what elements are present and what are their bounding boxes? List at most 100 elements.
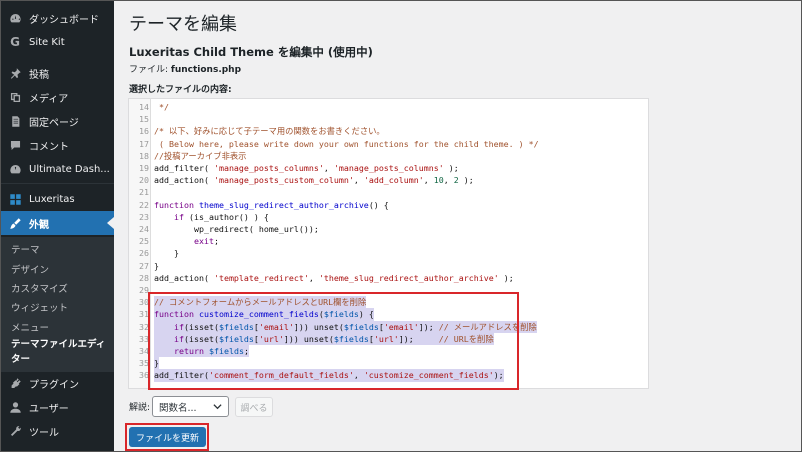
menu-label: メディア [29, 93, 69, 105]
menu-comments[interactable]: コメント [0, 133, 114, 157]
code-editor[interactable]: 14 */15 16/* 以下、好みに応じて子テーマ用の関数をお書きください。 17… [128, 98, 649, 389]
code-line: 35} [129, 357, 648, 370]
code-line: 27} [129, 260, 648, 272]
plugin-icon [8, 376, 22, 390]
submenu-label-line1: テーマファイルエディ [11, 339, 106, 350]
line-number: 29 [139, 285, 149, 295]
menu-plugins[interactable]: プラグイン [0, 371, 114, 395]
menu-tools[interactable]: ツール [0, 419, 114, 443]
code-line: 34 return $fields; [129, 345, 648, 358]
sidebar-separator [0, 183, 114, 184]
content-label: 選択したファイルの内容: [129, 85, 232, 95]
code-text: return $fields; [154, 345, 249, 358]
line-number: 19 [139, 163, 149, 173]
menu-label: Ultimate Dash... [29, 163, 110, 175]
line-number: 20 [139, 175, 149, 186]
code-text: function customize_comment_fields($field… [154, 308, 374, 321]
chevron-down-icon [213, 404, 222, 410]
code-text: if(isset($fields['email'])) unset($field… [154, 320, 537, 333]
line-number: 27 [139, 260, 149, 271]
appearance-icon [8, 216, 22, 230]
menu-media[interactable]: メディア [0, 85, 114, 109]
page-icon [8, 114, 22, 128]
line-number: 35 [139, 358, 149, 369]
line-number: 31 [139, 309, 149, 320]
submenu-theme-file-editor[interactable]: テーマファイルエディ ター [11, 337, 105, 367]
code-line: 15 [129, 113, 648, 125]
line-number: 33 [139, 333, 149, 344]
code-text: add_action( 'manage_posts_custom_column'… [154, 175, 474, 186]
code-line: 25 exit; [129, 235, 648, 247]
submenu-design[interactable]: デザイン [11, 262, 49, 276]
code-line: 31 function customize_comment_fields($fie… [129, 308, 648, 321]
submenu-menus[interactable]: メニュー [11, 320, 49, 334]
line-number: 30 [139, 297, 149, 308]
code-line: 28 add_action( 'template_redirect', 'them… [129, 272, 648, 284]
menu-label: ダッシュボード [29, 14, 99, 26]
submenu-customize[interactable]: カスタマイズ [11, 281, 68, 295]
code-line: 20 add_action( 'manage_posts_custom_colum… [129, 174, 648, 186]
code-text: */ [154, 102, 169, 112]
code-line: 21 [129, 186, 648, 198]
line-number: 32 [139, 321, 149, 332]
media-icon [8, 90, 22, 104]
menu-luxeritas[interactable]: Luxeritas [0, 187, 114, 211]
update-file-button[interactable]: ファイルを更新 [129, 427, 206, 447]
file-name: functions.php [170, 65, 242, 75]
code-line: 29 [129, 284, 648, 296]
docs-select-value: 関数名... [159, 402, 197, 414]
code-line: 16 /* 以下、好みに応じて子テーマ用の関数をお書きください。 [129, 125, 648, 137]
line-number: 14 [139, 102, 149, 112]
menu-label: コメント [29, 141, 69, 153]
code-line: 26 } [129, 247, 648, 259]
file-label: ファイル: [129, 65, 169, 75]
menu-site-kit[interactable]: G Site Kit [0, 30, 114, 54]
line-number: 34 [139, 346, 149, 356]
code-text: add_action( 'template_redirect', 'theme_… [154, 272, 514, 283]
site-kit-icon: G [10, 35, 20, 49]
menu-label: プラグイン [29, 379, 79, 391]
code-text: exit; [193, 236, 219, 247]
menu-label: 外観 [29, 219, 49, 231]
code-line: 19 add_filter( 'manage_posts_columns', 'm… [129, 162, 648, 174]
line-number: 15 [139, 114, 149, 125]
code-text: if (is_author() ) { [173, 211, 269, 222]
docs-function-select[interactable]: 関数名... [152, 396, 229, 417]
menu-appearance[interactable]: 外観 [0, 211, 114, 235]
code-line: 22 function theme_slug_redirect_author_ar… [129, 199, 648, 211]
code-text: } [154, 248, 179, 259]
line-number: 24 [139, 224, 149, 234]
menu-label: ユーザー [29, 403, 69, 415]
code-text: } [154, 260, 159, 271]
code-line: 14 */ [129, 101, 648, 113]
submenu-label-line2: ター [11, 354, 31, 365]
code-text: //投稿アーカイブ非表示 [154, 150, 247, 161]
admin-sidebar: ダッシュボード G Site Kit 投稿 メディア 固定ページ コメント Ul… [0, 0, 114, 452]
code-text: add_filter( 'manage_posts_columns', 'man… [154, 163, 459, 173]
code-text: /* 以下、好みに応じて子テーマ用の関数をお書きください。 [154, 126, 385, 137]
luxeritas-icon [8, 192, 22, 206]
menu-ultimate-dashboard[interactable]: Ultimate Dash... [0, 157, 114, 181]
lookup-button[interactable]: 調べる [235, 397, 273, 417]
menu-pages[interactable]: 固定ページ [0, 109, 114, 133]
code-text: // コメントフォームからメールアドレスとURL欄を削除 [154, 296, 367, 309]
line-number: 16 [139, 126, 149, 137]
code-text: ( Below here, please write down your own… [154, 138, 539, 149]
user-icon [8, 400, 22, 414]
submenu-widgets[interactable]: ウィジェット [11, 300, 68, 314]
tool-icon [8, 424, 22, 438]
menu-dashboard[interactable]: ダッシュボード [0, 6, 114, 30]
code-line: 18 //投稿アーカイブ非表示 [129, 150, 648, 162]
line-number: 28 [139, 272, 149, 283]
ultimate-dashboard-icon [8, 162, 22, 176]
line-number: 21 [139, 187, 149, 198]
menu-label: ツール [29, 427, 59, 439]
docs-label: 解説: [129, 403, 151, 413]
line-number: 18 [139, 150, 149, 161]
menu-posts[interactable]: 投稿 [0, 61, 114, 85]
submenu-themes[interactable]: テーマ [11, 242, 40, 256]
line-number: 36 [139, 370, 149, 381]
menu-users[interactable]: ユーザー [0, 395, 114, 419]
code-line: 33 if(isset($fields['url'])) unset($fiel… [129, 332, 648, 345]
line-number: 25 [139, 236, 149, 247]
